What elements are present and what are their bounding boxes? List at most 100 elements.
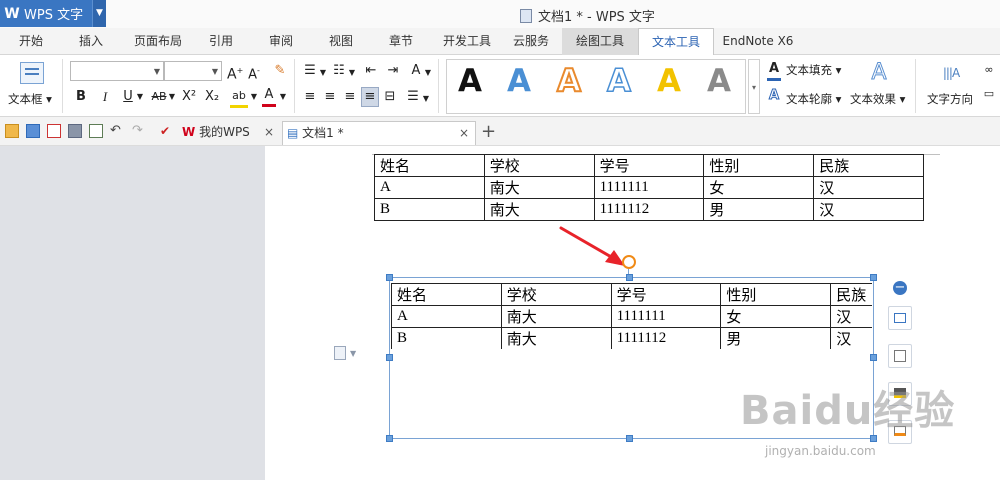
customize-icon[interactable]: ✔ [160, 124, 174, 138]
increase-indent-icon[interactable]: ⇥ [384, 62, 402, 80]
resize-handle[interactable] [386, 354, 393, 361]
table-cell[interactable]: 女 [720, 305, 832, 328]
table-cell[interactable]: 男 [720, 327, 832, 349]
chevron-down-icon[interactable]: ▼ [424, 64, 432, 82]
subscript-button[interactable]: X₂ [203, 88, 221, 106]
tab-references[interactable]: 引用 [198, 28, 244, 55]
new-tab-button[interactable]: + [481, 121, 496, 145]
align-left-icon[interactable]: ≡ [302, 88, 318, 106]
text-style-preset-2[interactable]: A [507, 63, 531, 99]
font-size-select[interactable]: ▼ [164, 61, 222, 81]
decrease-indent-icon[interactable]: ⇤ [362, 62, 380, 80]
table-cell[interactable]: 民族 [830, 283, 872, 306]
page-icon[interactable]: ▭ [982, 85, 996, 103]
align-right-icon[interactable]: ≡ [342, 88, 358, 106]
tab-section[interactable]: 章节 [378, 28, 424, 55]
align-center-icon[interactable]: ≡ [322, 88, 338, 106]
textbox-button[interactable]: 文本框 ▾ [8, 91, 52, 107]
link-icon[interactable]: ∞ [980, 61, 998, 79]
table-cell[interactable]: 1111112 [593, 198, 705, 221]
text-style-preset-3[interactable]: A [556, 62, 582, 100]
numbered-list-icon[interactable]: ☷ [330, 62, 348, 80]
font-color-icon[interactable]: A [262, 86, 276, 107]
edit-shape-button[interactable] [888, 344, 912, 368]
text-style-preset-5[interactable]: A [657, 63, 681, 99]
text-style-preset-4[interactable]: A [606, 62, 632, 100]
table-cell[interactable]: 学号 [610, 283, 722, 306]
rotate-handle-icon[interactable] [622, 255, 636, 269]
text-fill-button[interactable]: 文本填充 ▾ [786, 62, 841, 78]
table-cell[interactable]: A [391, 305, 502, 328]
redo-icon[interactable]: ↷ [132, 124, 146, 138]
tab-view[interactable]: 视图 [318, 28, 364, 55]
table-cell[interactable]: 汉 [813, 198, 924, 221]
text-outline-icon[interactable]: A [767, 87, 781, 105]
chevron-down-icon[interactable]: ▼ [319, 64, 327, 82]
resize-handle[interactable] [386, 435, 393, 442]
text-outline-button[interactable]: 文本轮廓 ▾ [786, 91, 841, 107]
italic-button[interactable]: I [98, 88, 112, 106]
tab-home[interactable]: 开始 [8, 28, 54, 55]
table-cell[interactable]: 1111112 [610, 327, 722, 349]
doc-tab-document1[interactable]: ▤ 文档1 * × [282, 121, 476, 145]
chevron-down-icon[interactable]: ▼ [249, 88, 259, 106]
table-cell[interactable]: 汉 [830, 327, 872, 349]
grow-font-icon[interactable]: A+ [227, 62, 243, 84]
chevron-down-icon[interactable]: ▼ [350, 349, 356, 358]
tab-text-tools[interactable]: 文本工具 [638, 28, 714, 56]
tab-drawing-tools[interactable]: 绘图工具 [562, 28, 638, 55]
table-cell[interactable]: 南大 [483, 176, 595, 199]
strikethrough-button[interactable]: AB [149, 88, 169, 106]
text-style-preset-1[interactable]: A [458, 63, 482, 99]
close-icon[interactable]: × [459, 122, 469, 144]
undo-icon[interactable]: ↶ [110, 124, 124, 138]
table-cell[interactable]: 1111111 [610, 305, 722, 328]
table-cell[interactable]: 学校 [500, 283, 612, 306]
text-style-icon[interactable]: A [408, 62, 424, 80]
chevron-down-icon[interactable]: ▼ [278, 88, 288, 106]
underline-button[interactable]: U [121, 88, 135, 106]
table-cell[interactable]: B [391, 327, 502, 349]
text-effect-button[interactable]: 文本效果 ▾ [850, 91, 905, 107]
table-cell[interactable]: 南大 [500, 305, 612, 328]
tab-developer[interactable]: 开发工具 [436, 28, 498, 55]
resize-handle[interactable] [386, 274, 393, 281]
resize-handle[interactable] [626, 435, 633, 442]
tab-insert[interactable]: 插入 [68, 28, 114, 55]
chevron-down-icon[interactable]: ▼ [167, 88, 177, 106]
text-direction-icon[interactable]: |||A [940, 61, 962, 85]
resize-handle[interactable] [870, 354, 877, 361]
table-cell[interactable]: 南大 [500, 327, 612, 349]
chevron-down-icon[interactable]: ▼ [422, 90, 430, 108]
paragraph-layout-icon[interactable] [334, 346, 346, 360]
tab-cloud[interactable]: 云服务 [504, 28, 558, 55]
table-cell[interactable]: A [374, 176, 485, 199]
distributed-icon[interactable]: ⊟ [382, 88, 398, 106]
table-cell[interactable]: 南大 [483, 198, 595, 221]
table-cell[interactable]: 汉 [830, 305, 872, 328]
resize-handle[interactable] [870, 435, 877, 442]
close-icon[interactable]: × [264, 121, 274, 143]
table-cell[interactable]: 汉 [813, 176, 924, 199]
highlight-icon[interactable]: ab [230, 87, 248, 108]
open-folder-icon[interactable] [5, 124, 19, 138]
resize-handle[interactable] [870, 274, 877, 281]
table-cell[interactable]: 学号 [593, 154, 705, 177]
chevron-down-icon[interactable]: ▼ [92, 0, 106, 27]
line-spacing-icon[interactable]: ☰ [405, 88, 421, 106]
justify-icon[interactable]: ≡ [361, 87, 379, 107]
resize-handle[interactable] [626, 274, 633, 281]
table-cell[interactable]: 女 [703, 176, 815, 199]
app-menu-button[interactable]: W WPS 文字 ▼ [0, 0, 106, 27]
table-in-textbox[interactable]: 姓名 学校 学号 性别 民族 A 南大 1111111 女 汉 B 南大 111… [391, 283, 872, 349]
table-cell[interactable]: 性别 [720, 283, 832, 306]
text-style-preset-6[interactable]: A [707, 63, 731, 99]
font-name-select[interactable]: ▼ [70, 61, 164, 81]
chevron-down-icon[interactable]: ▼ [348, 64, 356, 82]
table-cell[interactable]: 学校 [483, 154, 595, 177]
textbox-icon[interactable] [20, 62, 44, 84]
table-original[interactable]: 姓名 学校 学号 性别 民族 A 南大 1111111 女 汉 B 南大 111… [374, 154, 924, 221]
gallery-scroll[interactable]: ▾ [748, 59, 760, 114]
table-cell[interactable]: 1111111 [593, 176, 705, 199]
tab-endnote[interactable]: EndNote X6 [716, 28, 800, 55]
